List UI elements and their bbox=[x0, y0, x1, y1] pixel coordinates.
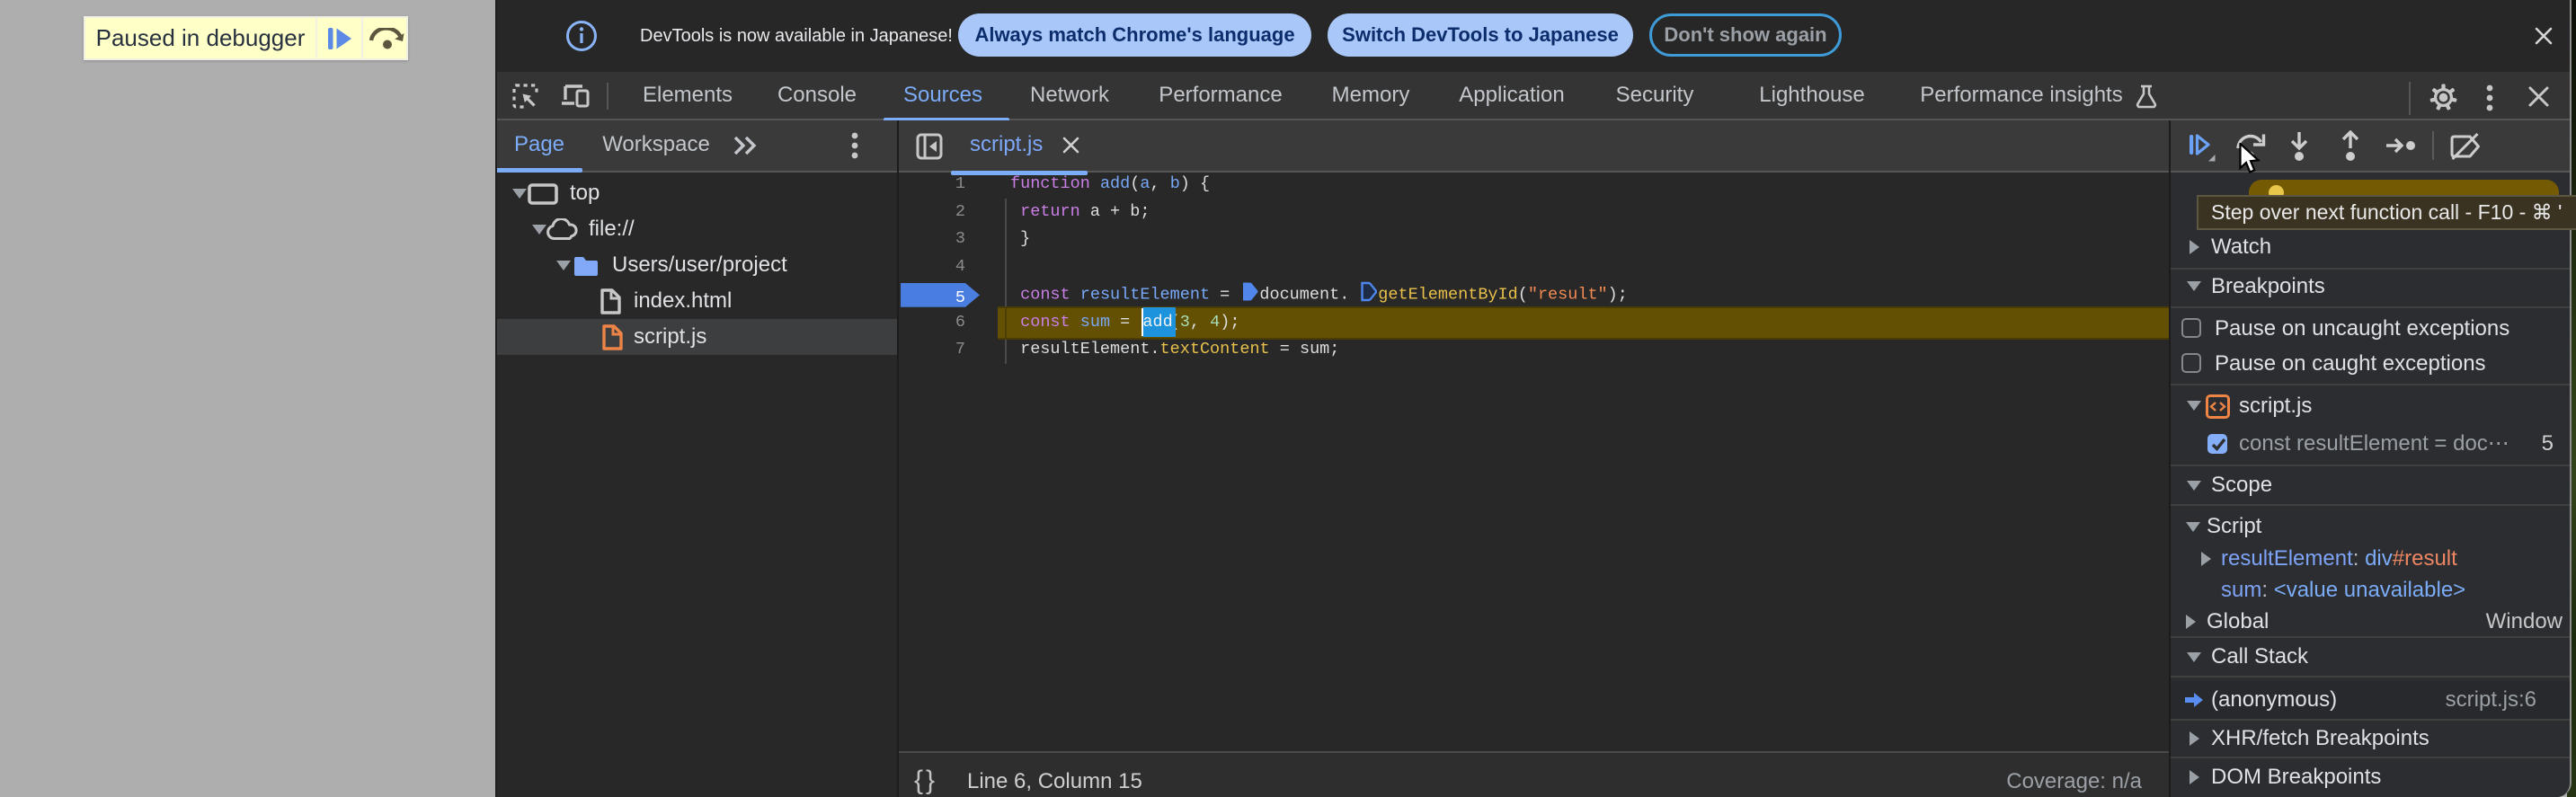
svg-text:5: 5 bbox=[955, 288, 965, 307]
